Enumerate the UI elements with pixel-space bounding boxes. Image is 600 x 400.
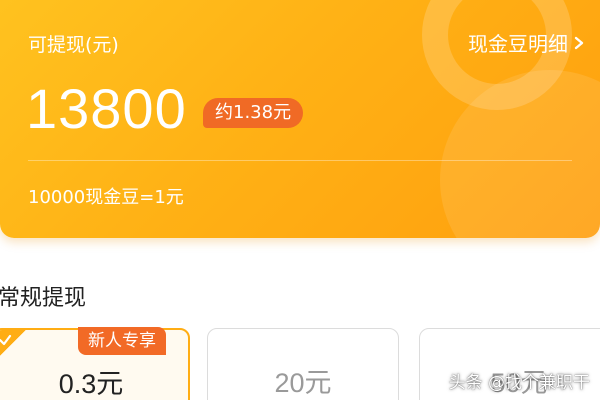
- selected-corner: [0, 330, 28, 360]
- withdraw-option-20[interactable]: 20元: [207, 328, 399, 400]
- balance-card: 可提现(元) 现金豆明细 13800 约1.38元 10000现金豆=1元: [0, 0, 600, 238]
- balance-amount: 13800: [26, 77, 187, 140]
- regular-withdraw-title: 常规提现: [0, 286, 87, 311]
- option-value: 0.3元: [58, 369, 124, 399]
- option-value: 20元: [274, 368, 332, 398]
- new-user-tag: 新人专享: [78, 327, 166, 355]
- watermark: 头条 @找个兼职干: [448, 373, 590, 393]
- withdraw-option-0-3[interactable]: 新人专享 0.3元: [0, 327, 190, 400]
- cash-bean-detail-label: 现金豆明细: [468, 32, 568, 56]
- exchange-rate-text: 10000现金豆=1元: [28, 187, 184, 208]
- check-icon: [0, 334, 12, 346]
- available-label: 可提现(元): [28, 34, 119, 56]
- cash-bean-detail-link[interactable]: 现金豆明细: [468, 28, 586, 57]
- chevron-right-icon: [572, 36, 586, 50]
- approx-value-badge: 约1.38元: [203, 98, 304, 128]
- card-divider: [28, 160, 572, 161]
